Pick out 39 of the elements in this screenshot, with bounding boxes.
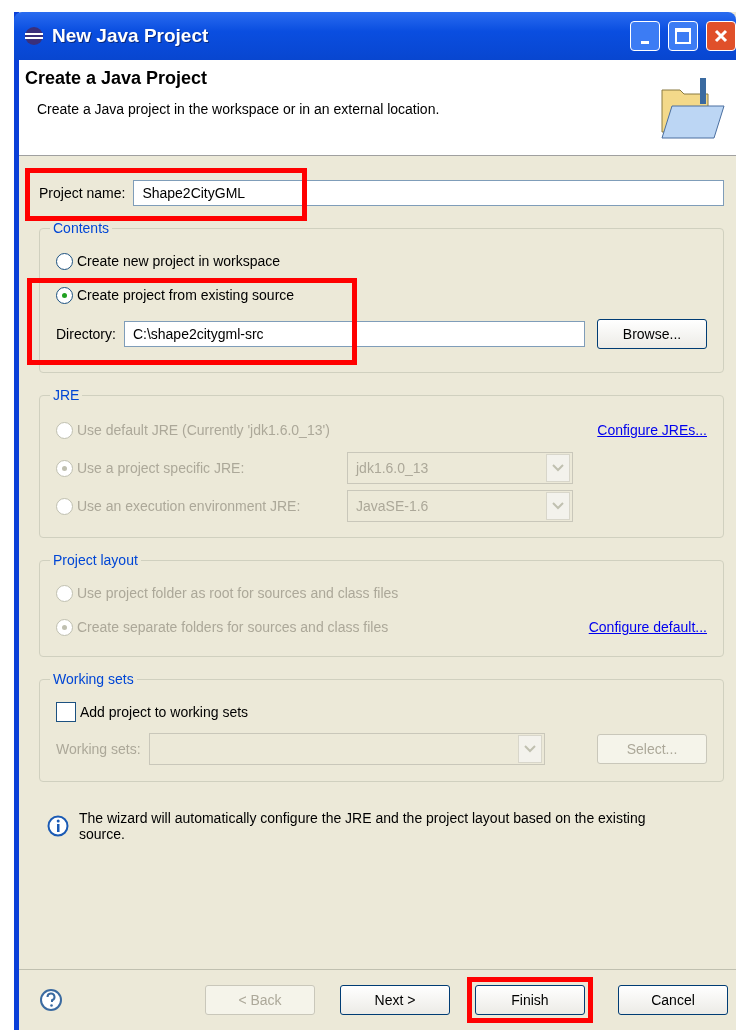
directory-field[interactable]: C:\shape2citygml-src bbox=[123, 321, 585, 347]
window-title: New Java Project bbox=[52, 25, 210, 47]
wizard-button[interactable]: Finish bbox=[475, 985, 585, 1015]
chevron-icon bbox=[523, 745, 536, 753]
minimize-button[interactable] bbox=[630, 21, 660, 51]
chevron-icon bbox=[552, 502, 564, 510]
group-title: Contents bbox=[52, 220, 111, 236]
radio-label: Use default JRE (Currently 'jdk1.6.0_13') bbox=[77, 422, 331, 438]
wizard-button[interactable]: Cancel bbox=[618, 985, 728, 1015]
page-title: Create a Java Project bbox=[25, 68, 209, 89]
minimize-icon bbox=[641, 40, 649, 44]
maximize-button[interactable] bbox=[668, 21, 698, 51]
radio-button[interactable] bbox=[56, 286, 73, 304]
wizard-button[interactable]: Next > bbox=[340, 985, 450, 1015]
field-label: Project name: bbox=[39, 185, 126, 201]
field-label: Directory: bbox=[56, 326, 116, 342]
maximize-icon bbox=[675, 28, 691, 44]
page-description: Create a Java project in the workspace or in an external location. bbox=[37, 101, 441, 117]
radio-label: Use project folder as root for sources and class files bbox=[77, 585, 399, 601]
group-title: JRE bbox=[52, 387, 81, 403]
browse-button[interactable]: Browse... bbox=[597, 319, 707, 349]
info-icon bbox=[47, 815, 69, 837]
checkbox-label: Add project to working sets bbox=[80, 704, 249, 720]
eclipse-logo-icon bbox=[24, 26, 44, 46]
radio-label: Use an execution environment JRE: bbox=[77, 498, 302, 514]
info-message: The wizard will automatically configure the JRE and the project layout based on the existing source. bbox=[79, 810, 647, 842]
close-button[interactable] bbox=[706, 21, 736, 51]
group-title: Working sets bbox=[52, 671, 135, 687]
radio-label: Use a project specific JRE: bbox=[77, 460, 246, 476]
field-label: Working sets: bbox=[56, 741, 141, 757]
chevron-icon bbox=[552, 464, 564, 472]
close-icon bbox=[714, 29, 728, 43]
help-icon[interactable] bbox=[39, 988, 63, 1012]
radio-label: Create new project in workspace bbox=[77, 253, 281, 269]
radio-label: Create separate folders for sources and class files bbox=[77, 619, 389, 635]
group-title: Project layout bbox=[52, 552, 139, 568]
radio-button[interactable] bbox=[56, 252, 73, 270]
project-name-field[interactable]: Shape2CityGML bbox=[133, 180, 724, 206]
radio-label: Create project from existing source bbox=[77, 287, 295, 303]
